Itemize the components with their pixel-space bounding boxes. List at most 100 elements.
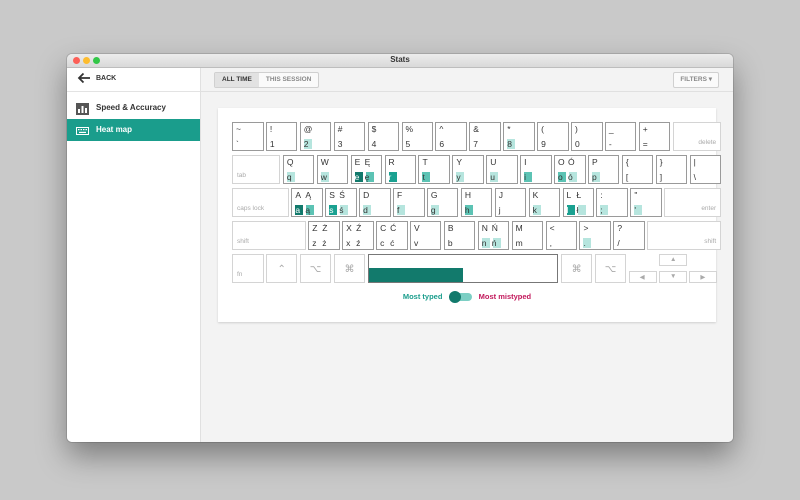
- key-z[interactable]: ZzŻż: [308, 221, 340, 250]
- key-symbol[interactable]: _ -: [604, 122, 637, 151]
- key-symbol[interactable]: ~ `: [232, 122, 264, 151]
- key-b[interactable]: Bb: [443, 221, 476, 250]
- caps-lock-key[interactable]: caps lock: [232, 188, 289, 217]
- tab-all-time[interactable]: ALL TIME: [215, 73, 259, 87]
- key-alt-lower-glyph: ś: [339, 205, 344, 215]
- key-lower-glyph: y: [456, 172, 461, 182]
- key-0[interactable]: ) 0: [571, 122, 603, 151]
- key-p[interactable]: Pp: [587, 155, 620, 184]
- shift-key[interactable]: shift: [232, 221, 306, 250]
- key-upper-glyph: F: [397, 190, 403, 200]
- back-label: BACK: [96, 75, 117, 82]
- key-alt-lower-glyph: ż: [322, 238, 327, 248]
- key-lower-glyph: 5: [405, 139, 411, 149]
- delete-key[interactable]: delete: [672, 122, 722, 151]
- key-o[interactable]: OoÓó: [554, 155, 586, 184]
- key-2[interactable]: @2: [299, 122, 332, 151]
- key-symbol[interactable]: }]: [655, 155, 688, 184]
- key-lower-glyph: n: [481, 238, 487, 248]
- key-w[interactable]: Ww: [316, 155, 349, 184]
- arrow-left-key[interactable]: ◀: [628, 271, 657, 283]
- key-c[interactable]: CcĆć: [376, 221, 408, 250]
- key-symbol[interactable]: >.: [579, 221, 611, 250]
- tab-key[interactable]: tab: [232, 155, 281, 184]
- arrow-down-key[interactable]: ▼: [659, 271, 688, 283]
- key-upper-glyph: _: [608, 124, 614, 134]
- mode-toggle[interactable]: [448, 291, 472, 304]
- key-n[interactable]: NnŃń: [477, 221, 510, 250]
- key-m[interactable]: Mm: [511, 221, 544, 250]
- symbol-key[interactable]: ⌃: [265, 254, 298, 283]
- key-lower-glyph: 4: [371, 139, 377, 149]
- tab-this-session[interactable]: THIS SESSION: [259, 73, 319, 87]
- space-key[interactable]: [367, 254, 559, 283]
- key-q[interactable]: Qq: [282, 155, 315, 184]
- key-symbol[interactable]: {[: [621, 155, 654, 184]
- arrow-down-icon: ▼: [670, 273, 677, 280]
- sidebar-item-heat-map[interactable]: Heat map: [67, 119, 200, 141]
- window-title: Stats: [390, 55, 410, 64]
- key-x[interactable]: XxŹź: [342, 221, 374, 250]
- key-k[interactable]: Kk: [528, 188, 561, 217]
- title-bar: Stats: [67, 54, 733, 68]
- key-alt-lower-glyph: ć: [390, 238, 395, 248]
- key-y[interactable]: Yy: [452, 155, 484, 184]
- key-6[interactable]: ^ 6: [435, 122, 467, 151]
- key-a[interactable]: AaĄą: [291, 188, 323, 217]
- key-9[interactable]: (9: [537, 122, 569, 151]
- key-symbol[interactable]: | \: [689, 155, 722, 184]
- key-alt-lower-glyph: ę: [364, 172, 370, 182]
- arrow-up-key[interactable]: ▲: [659, 254, 688, 266]
- key-upper-glyph: Y: [456, 157, 463, 167]
- keyboard-icon: [76, 124, 89, 136]
- fn-key[interactable]: fn: [232, 254, 264, 283]
- key-alt-upper-glyph: Ń: [491, 223, 498, 233]
- sidebar-item-label: Speed & Accuracy: [96, 103, 166, 112]
- key-4[interactable]: $4: [367, 122, 400, 151]
- key-8[interactable]: * 8: [503, 122, 535, 151]
- key-lower-glyph: 3: [337, 139, 343, 149]
- filters-button[interactable]: FILTERS ▾: [673, 72, 719, 88]
- enter-key[interactable]: enter: [664, 188, 722, 217]
- key-t[interactable]: Tt: [418, 155, 450, 184]
- key-alt-lower-glyph: ł: [576, 205, 579, 215]
- sidebar-item-speed-accuracy[interactable]: Speed & Accuracy: [67, 97, 200, 119]
- key-u[interactable]: Uu: [486, 155, 518, 184]
- key-upper-glyph: @: [303, 124, 313, 134]
- key-lower-glyph: [: [625, 172, 629, 182]
- key-symbol[interactable]: <,: [545, 221, 578, 250]
- key-f[interactable]: Ff: [393, 188, 425, 217]
- key-g[interactable]: Gg: [426, 188, 459, 217]
- symbol-key[interactable]: ⌘: [560, 254, 593, 283]
- key-s[interactable]: SsŚś: [325, 188, 357, 217]
- symbol-key[interactable]: ⌥: [594, 254, 627, 283]
- symbol-key[interactable]: ⌘: [333, 254, 366, 283]
- key-r[interactable]: Rr: [384, 155, 417, 184]
- key-symbol[interactable]: ? /: [613, 221, 645, 250]
- key-v[interactable]: Vv: [409, 221, 442, 250]
- key-5[interactable]: % 5: [401, 122, 433, 151]
- key-symbol[interactable]: + =: [638, 122, 671, 151]
- key-lower-glyph: u: [490, 172, 495, 182]
- key-l[interactable]: LlŁł: [562, 188, 595, 217]
- key-7[interactable]: & 7: [469, 122, 501, 151]
- key-3[interactable]: #3: [333, 122, 366, 151]
- key-i[interactable]: Ii: [520, 155, 552, 184]
- key-upper-glyph: $: [371, 124, 377, 134]
- key-h[interactable]: Hh: [460, 188, 493, 217]
- key-symbol[interactable]: :;: [596, 188, 628, 217]
- key-j[interactable]: Jj: [494, 188, 527, 217]
- key-e[interactable]: EeĘę: [350, 155, 383, 184]
- key-1[interactable]: ! 1: [265, 122, 298, 151]
- back-button[interactable]: BACK: [67, 68, 200, 92]
- key-upper-glyph: !: [269, 124, 273, 134]
- key-upper-glyph: ": [634, 190, 638, 200]
- key-lower-glyph: q: [286, 172, 292, 182]
- shift-key[interactable]: shift: [647, 221, 722, 250]
- key-lower-glyph: =: [642, 139, 648, 149]
- symbol-key[interactable]: ⌥: [299, 254, 332, 283]
- arrow-right-key[interactable]: ▶: [689, 271, 718, 283]
- key-upper-glyph: T: [422, 157, 428, 167]
- key-symbol[interactable]: " ': [630, 188, 662, 217]
- key-d[interactable]: Dd: [359, 188, 391, 217]
